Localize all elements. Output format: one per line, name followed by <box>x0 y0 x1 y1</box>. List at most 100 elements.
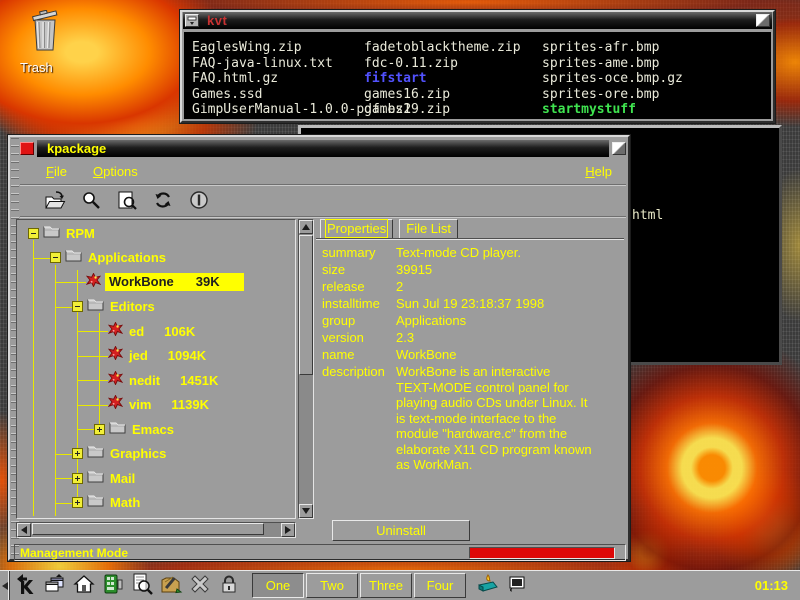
tree-item-label: nedit <box>129 373 160 388</box>
terminal-file-entry: fdc-0.11.zip <box>364 56 521 72</box>
workspace-button-three[interactable]: Three <box>360 573 412 598</box>
terminal-window-button[interactable] <box>504 573 530 599</box>
terminal-file-entry: fifstart <box>364 71 521 87</box>
tree-expand-toggle[interactable] <box>72 448 83 459</box>
folder-icon <box>87 444 104 463</box>
k-menu-button[interactable] <box>13 573 39 599</box>
workspace-button-two[interactable]: Two <box>306 573 358 598</box>
maximize-button[interactable] <box>612 142 626 155</box>
tree-item-ed[interactable]: ed106K <box>108 320 195 342</box>
tree-collapse-toggle[interactable] <box>50 252 61 263</box>
tree-item-editors[interactable]: Editors <box>72 296 155 318</box>
file-manager-button[interactable] <box>158 573 184 599</box>
menu-file[interactable]: File <box>46 164 67 179</box>
package-tree[interactable]: RPM ApplicationsWorkBone39K Editorsed106K j… <box>16 219 296 519</box>
logout-button[interactable] <box>475 573 501 599</box>
terminal-titlebar[interactable]: kvt <box>183 12 772 29</box>
tree-expand-toggle[interactable] <box>72 473 83 484</box>
property-value: WorkBone is an interactive TEXT-MODE con… <box>396 364 592 473</box>
tree-expand-toggle[interactable] <box>72 497 83 508</box>
scroll-left-button[interactable] <box>17 523 31 537</box>
home-button[interactable] <box>71 573 97 599</box>
property-key: size <box>322 262 345 277</box>
scroll-up-button[interactable] <box>299 220 313 234</box>
desktop: { "colors": { "accent_yellow": "#ffff00"… <box>0 0 800 600</box>
terminal-screen: EaglesWing.zipFAQ-java-linux.txtFAQ.html… <box>184 32 771 119</box>
find-files-button[interactable] <box>129 573 155 599</box>
lock-button[interactable] <box>216 573 242 599</box>
tab-file-list[interactable]: File List <box>399 219 458 239</box>
tree-item-label: Math <box>110 495 140 510</box>
window-menu-button[interactable] <box>185 14 199 27</box>
property-key: release <box>322 279 365 294</box>
tree-item-mail[interactable]: Mail <box>72 467 135 489</box>
scroll-right-button[interactable] <box>281 523 295 537</box>
taskbar-clock: 01:13 <box>755 578 788 593</box>
tree-guide-line <box>55 454 72 455</box>
kpackage-window[interactable]: kpackage File Options Help RPM Applications… <box>8 135 630 561</box>
tree-item-math[interactable]: Math <box>72 492 140 514</box>
tree-item-workbone[interactable]: WorkBone39K <box>86 271 244 293</box>
terminal-file-entry: games20.zip <box>364 118 521 120</box>
tree-item-label: Mail <box>110 471 135 486</box>
find-package-button[interactable] <box>114 189 140 213</box>
tree-item-vim[interactable]: vim1139K <box>108 394 209 416</box>
folder-icon <box>87 493 104 512</box>
tree-vertical-scrollbar[interactable] <box>298 219 314 519</box>
properties-list: summaryText-mode CD player.size39915rele… <box>320 243 622 519</box>
uninstall-button[interactable]: Uninstall <box>332 520 470 541</box>
menu-options[interactable]: Options <box>93 164 138 179</box>
tree-item-graphics[interactable]: Graphics <box>72 443 166 465</box>
tree-item-jed[interactable]: jed1094K <box>108 345 206 367</box>
kpackage-title: kpackage <box>47 141 106 156</box>
tree-collapse-toggle[interactable] <box>72 301 83 312</box>
terminal-file-entry: fadetoblacktheme.zip <box>364 40 521 56</box>
terminal-file-entry: sprites-ore.bmp <box>542 87 683 103</box>
terminal-window[interactable]: kvt EaglesWing.zipFAQ-java-linux.txtFAQ.… <box>180 10 775 123</box>
tree-item-label: Emacs <box>132 422 174 437</box>
property-key: summary <box>322 245 375 260</box>
open-folder-button[interactable] <box>42 189 68 213</box>
info-button[interactable] <box>186 189 212 213</box>
package-info-panel: Properties File List summaryText-mode CD … <box>316 219 624 519</box>
terminal-file-entry: startmystuff" <box>542 118 683 120</box>
tree-item-label: Graphics <box>110 446 166 461</box>
tree-item-nedit[interactable]: nedit 1451K <box>108 369 218 391</box>
kpackage-titlebar[interactable]: kpackage <box>37 140 609 157</box>
property-value: Sun Jul 19 23:18:37 1998 <box>396 296 544 312</box>
trash-desktop-icon[interactable]: Trash <box>12 10 76 75</box>
package-size: 1451K <box>180 373 218 388</box>
address-book-button[interactable] <box>100 573 126 599</box>
window-list-button[interactable] <box>42 573 68 599</box>
reload-button[interactable] <box>150 189 176 213</box>
terminal-file-entry: games16.zip <box>364 87 521 103</box>
tree-item-applications[interactable]: Applications <box>50 247 166 269</box>
workspace-button-four[interactable]: Four <box>414 573 466 598</box>
folder-icon <box>109 420 126 439</box>
reload-icon <box>153 190 173 213</box>
vertical-scroll-thumb[interactable] <box>299 235 313 375</box>
trash-icon <box>26 39 62 56</box>
maximize-button[interactable] <box>756 14 770 27</box>
trash-label: Trash <box>12 60 76 75</box>
close-button[interactable] <box>20 142 34 155</box>
find-button[interactable] <box>78 189 104 213</box>
panel-hide-button[interactable] <box>0 571 10 600</box>
tree-item-emacs[interactable]: Emacs <box>94 418 174 440</box>
tree-item-rpm[interactable]: RPM <box>28 222 95 244</box>
tree-expand-toggle[interactable] <box>94 424 105 435</box>
tree-collapse-toggle[interactable] <box>28 228 39 239</box>
tree-horizontal-scrollbar[interactable] <box>16 522 296 538</box>
tab-properties[interactable]: Properties <box>320 219 393 239</box>
package-size: 1094K <box>168 348 206 363</box>
workspace-button-one[interactable]: One <box>252 573 304 598</box>
tools-button[interactable] <box>187 573 213 599</box>
property-value: 2 <box>396 279 403 295</box>
horizontal-scroll-thumb[interactable] <box>32 523 264 535</box>
package-size: 39K <box>196 274 220 289</box>
tree-guide-line <box>55 307 72 308</box>
package-icon <box>86 273 101 292</box>
scroll-down-button[interactable] <box>299 504 313 518</box>
terminal-file-entry: startmystuff <box>542 102 683 118</box>
menu-help[interactable]: Help <box>585 164 612 179</box>
